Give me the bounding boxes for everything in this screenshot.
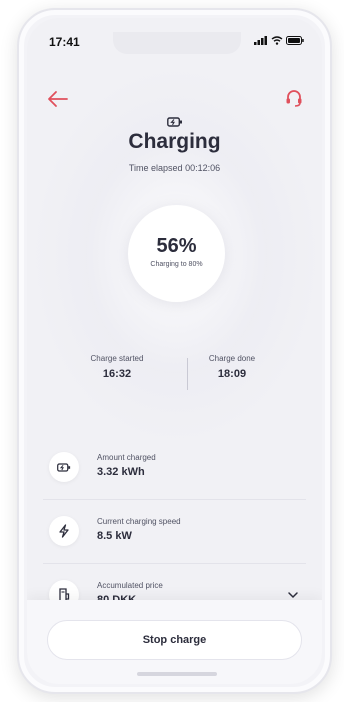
battery-charging-icon [57, 462, 71, 472]
detail-label: Accumulated price [97, 581, 163, 590]
detail-icon-wrap [49, 452, 79, 482]
phone-frame: 17:41 Charging Time elapsed 00:12:06 56%… [17, 8, 332, 694]
screen: 17:41 Charging Time elapsed 00:12:06 56%… [27, 18, 322, 684]
detail-icon-wrap [49, 516, 79, 546]
home-indicator [137, 672, 217, 676]
detail-amount-charged: Amount charged 3.32 kWh [43, 436, 306, 500]
charge-started-value: 16:32 [102, 368, 132, 380]
wifi-icon [271, 36, 283, 45]
charge-times: Charge started 16:32 Charge done 18:09 [67, 354, 282, 394]
back-arrow-icon[interactable] [47, 90, 69, 108]
page-title: Charging [128, 130, 221, 153]
bottom-action-bar: Stop charge [27, 600, 322, 684]
charge-started: Charge started 16:32 [67, 354, 167, 380]
time-elapsed: Time elapsed 00:12:06 [128, 163, 221, 173]
stop-charge-button[interactable]: Stop charge [47, 620, 302, 660]
charge-started-label: Charge started [90, 354, 144, 363]
detail-label: Amount charged [97, 453, 156, 462]
detail-label: Current charging speed [97, 517, 181, 526]
detail-value: 8.5 kW [97, 530, 132, 542]
charge-done-value: 18:09 [217, 368, 247, 380]
charge-percent: 56% [156, 235, 197, 257]
lightning-icon [59, 524, 69, 538]
charge-done: Charge done 18:09 [182, 354, 282, 380]
charge-done-label: Charge done [208, 354, 256, 363]
status-bar: 17:41 [27, 32, 322, 54]
signal-icon [254, 36, 267, 45]
battery-icon [286, 36, 304, 45]
detail-charging-speed: Current charging speed 8.5 kW [43, 500, 306, 564]
battery-charging-icon [166, 117, 182, 127]
status-time: 17:41 [49, 35, 80, 49]
charge-progress-circle: 56% Charging to 80% [128, 205, 225, 302]
headset-support-icon[interactable] [284, 88, 304, 108]
status-icons [254, 36, 304, 45]
notch [113, 32, 241, 54]
detail-value: 3.32 kWh [97, 466, 145, 478]
charge-target: Charging to 80% [150, 261, 203, 268]
